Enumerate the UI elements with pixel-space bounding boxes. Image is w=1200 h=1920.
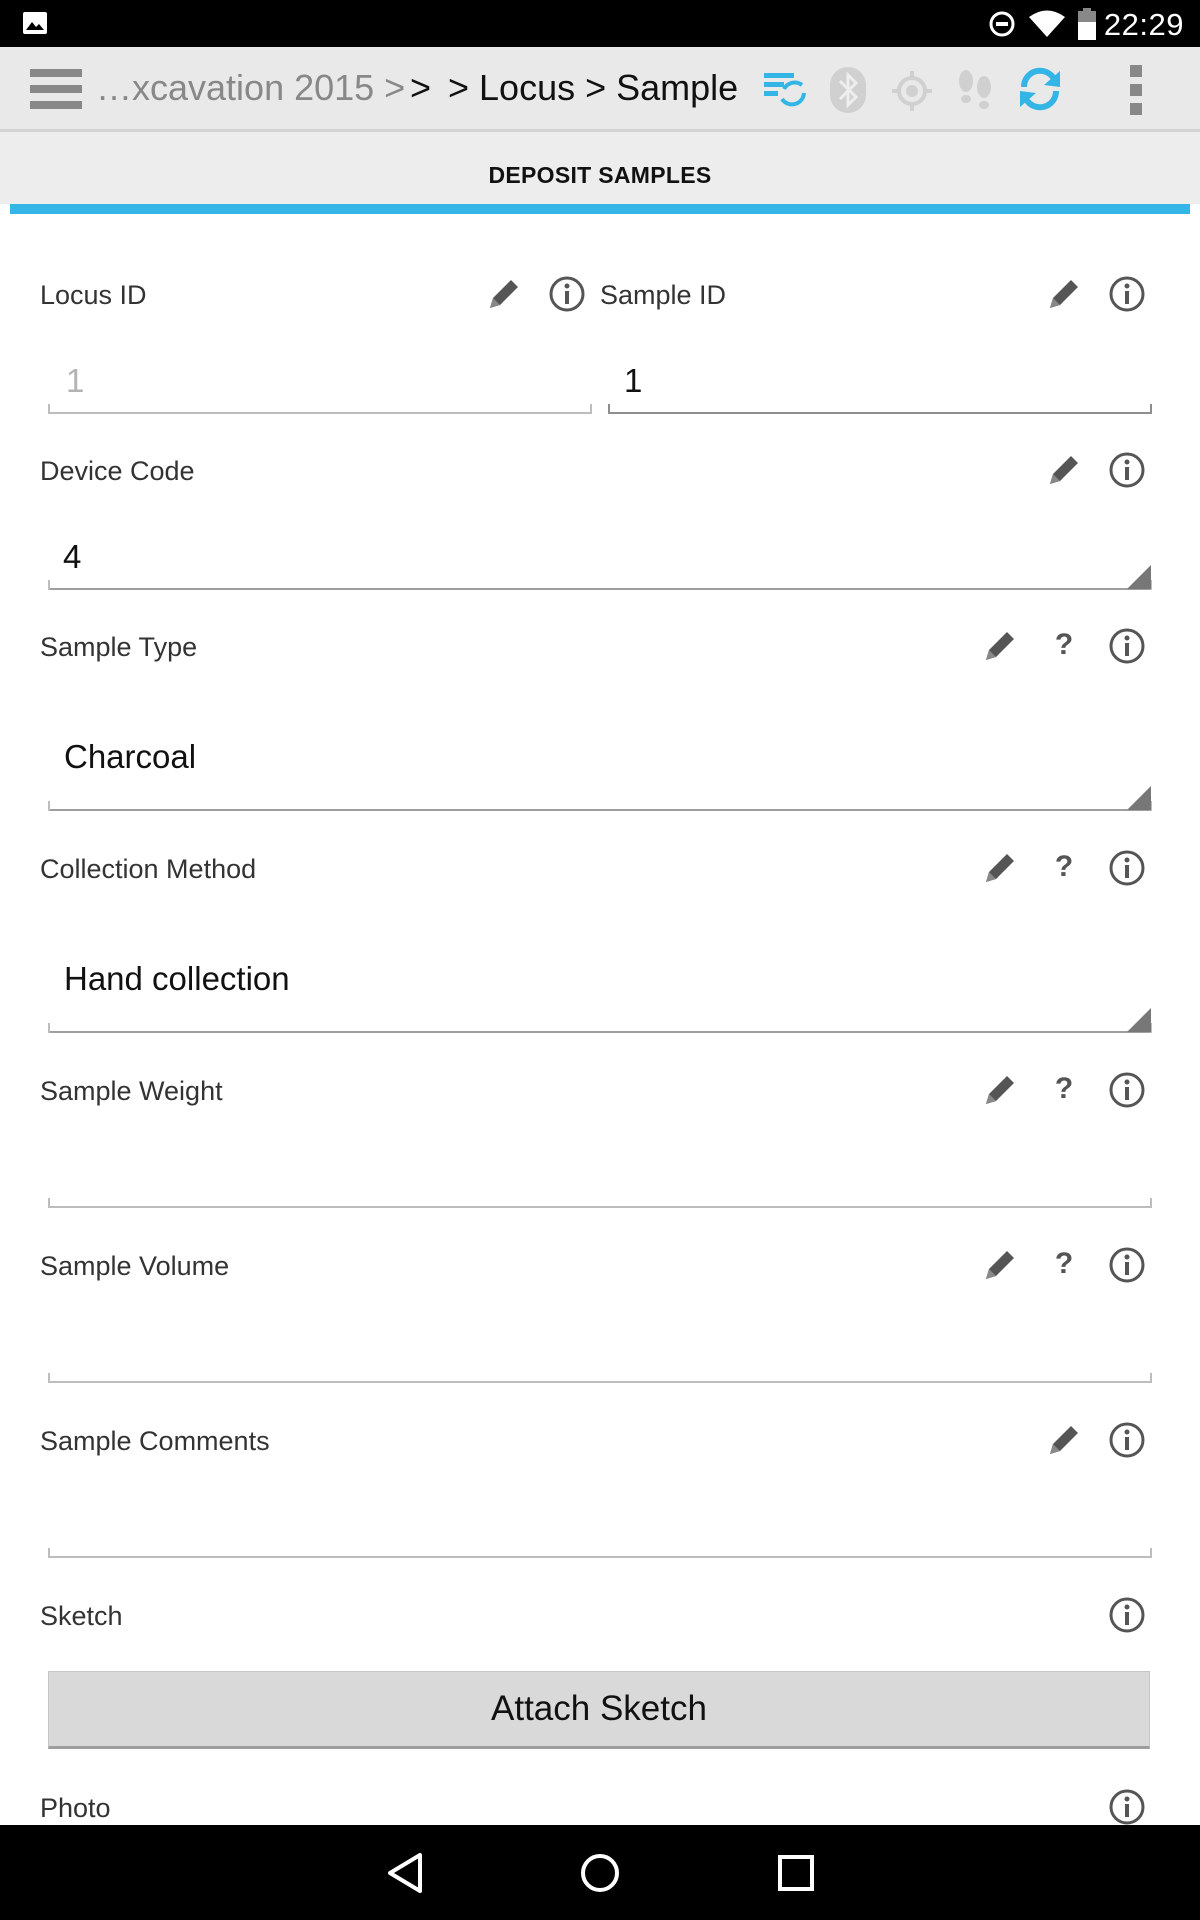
pencil-icon[interactable] [980, 626, 1020, 666]
status-bar: 22:29 [0, 0, 1200, 47]
collection-method-underline [48, 1023, 1152, 1033]
gps-icon[interactable] [890, 69, 934, 113]
sketch-label: Sketch [40, 1601, 123, 1631]
info-icon[interactable] [1107, 450, 1147, 490]
sample-type-label: Sample Type [40, 632, 198, 662]
dropdown-arrow-icon[interactable] [1127, 1008, 1151, 1032]
sync-icon[interactable] [1016, 65, 1064, 113]
dropdown-arrow-icon[interactable] [1127, 786, 1151, 810]
breadcrumb-current[interactable]: > Locus > Sample [448, 67, 738, 109]
info-icon[interactable] [547, 274, 587, 314]
pencil-icon[interactable] [484, 274, 524, 314]
pencil-icon[interactable] [980, 848, 1020, 888]
device-code-underline [48, 580, 1152, 590]
navigation-bar [0, 1825, 1200, 1920]
sample-id-underline [608, 404, 1152, 414]
info-icon[interactable] [1107, 1420, 1147, 1460]
info-icon[interactable] [1107, 1245, 1147, 1285]
pencil-icon[interactable] [1044, 274, 1084, 314]
dropdown-arrow-icon[interactable] [1127, 565, 1151, 589]
attach-sketch-button[interactable]: Attach Sketch [48, 1671, 1150, 1749]
info-icon[interactable] [1107, 1595, 1147, 1635]
breadcrumb-separator: > [410, 67, 432, 108]
tab-bar: DEPOSIT SAMPLES [0, 132, 1200, 204]
recents-icon[interactable] [776, 1853, 816, 1893]
photo-label: Photo [40, 1793, 111, 1823]
info-icon[interactable] [1107, 1787, 1147, 1827]
help-icon[interactable]: ? [1044, 628, 1084, 662]
help-icon[interactable]: ? [1044, 1247, 1084, 1281]
help-icon[interactable]: ? [1044, 1072, 1084, 1106]
help-icon[interactable]: ? [1044, 850, 1084, 884]
device-code-dropdown[interactable]: 4 [63, 538, 81, 576]
sample-weight-label: Sample Weight [40, 1076, 223, 1106]
locus-id-field[interactable]: 1 [66, 362, 84, 400]
pencil-icon[interactable] [980, 1070, 1020, 1110]
tracklog-icon[interactable] [954, 67, 996, 115]
tab-deposit-samples[interactable]: DEPOSIT SAMPLES [0, 162, 1200, 189]
info-icon[interactable] [1107, 1070, 1147, 1110]
sample-id-field[interactable]: 1 [624, 362, 642, 400]
breadcrumb-project[interactable]: …xcavation 2015 > [96, 67, 405, 109]
sample-id-label: Sample ID [600, 280, 727, 310]
device-code-label: Device Code [40, 456, 195, 486]
status-time: 22:29 [1103, 7, 1184, 42]
image-notification-icon [23, 12, 47, 34]
pencil-icon[interactable] [1044, 450, 1084, 490]
info-icon[interactable] [1107, 274, 1147, 314]
collection-method-label: Collection Method [40, 854, 257, 884]
sample-comments-label: Sample Comments [40, 1426, 270, 1456]
sample-comments-underline[interactable] [48, 1548, 1152, 1558]
locus-id-label: Locus ID [40, 280, 147, 310]
sample-volume-label: Sample Volume [40, 1251, 230, 1281]
home-icon[interactable] [578, 1851, 622, 1895]
back-icon[interactable] [384, 1851, 428, 1895]
info-icon[interactable] [1107, 848, 1147, 888]
do-not-disturb-icon [989, 11, 1015, 37]
sample-type-underline [48, 801, 1152, 811]
sample-type-dropdown[interactable]: Charcoal [64, 738, 196, 776]
collection-method-dropdown[interactable]: Hand collection [64, 960, 290, 998]
bluetooth-icon[interactable] [828, 65, 868, 115]
locus-id-underline [48, 404, 592, 414]
menu-icon[interactable] [30, 69, 82, 109]
pencil-icon[interactable] [1044, 1420, 1084, 1460]
sample-weight-underline[interactable] [48, 1198, 1152, 1208]
pencil-icon[interactable] [980, 1245, 1020, 1285]
info-icon[interactable] [1107, 626, 1147, 666]
battery-icon [1078, 8, 1096, 40]
tab-indicator [10, 204, 1190, 214]
wifi-icon [1029, 10, 1065, 37]
action-bar: …xcavation 2015 > > > Locus > Sample [0, 47, 1200, 132]
overflow-menu-icon[interactable] [1126, 65, 1146, 115]
sync-settings-icon[interactable] [762, 69, 806, 109]
sample-volume-underline[interactable] [48, 1373, 1152, 1383]
